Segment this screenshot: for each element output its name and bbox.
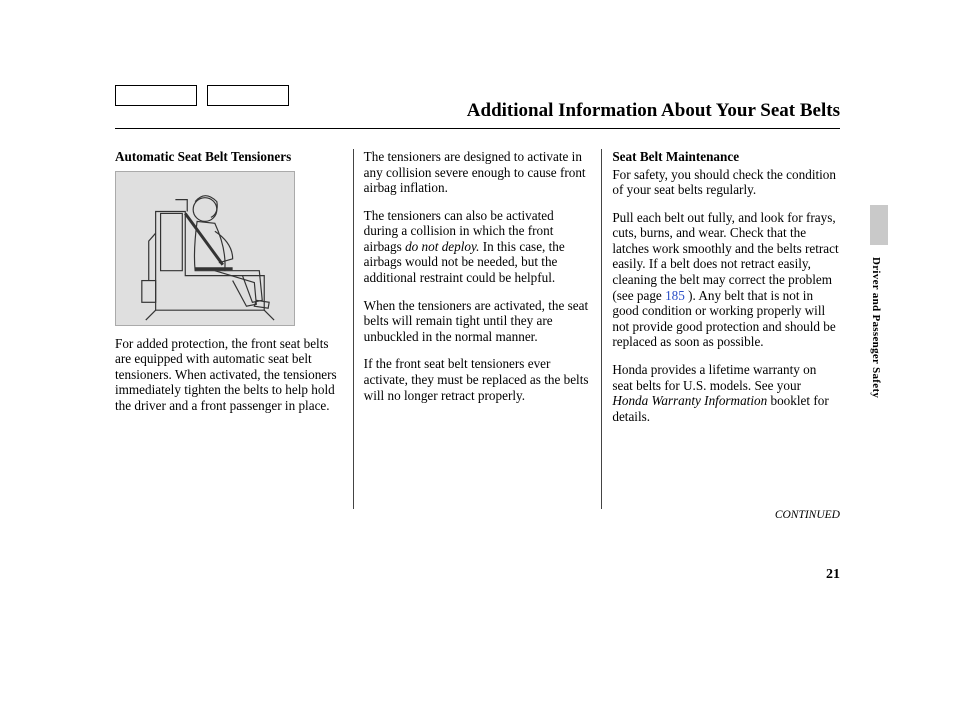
col1-heading: Automatic Seat Belt Tensioners <box>115 149 343 165</box>
column-3: Seat Belt Maintenance For safety, you sh… <box>602 149 840 509</box>
text-fragment: Honda provides a lifetime warranty on se… <box>612 362 816 393</box>
manual-page: Additional Information About Your Seat B… <box>115 85 840 533</box>
column-2: The tensioners are designed to activate … <box>354 149 603 509</box>
section-side-label: Driver and Passenger Safety <box>870 257 882 398</box>
placeholder-box-2 <box>207 85 289 106</box>
italic-text: Honda Warranty Information <box>612 393 767 408</box>
col2-paragraph-1: The tensioners are designed to activate … <box>364 149 592 196</box>
col1-paragraph-1: For added protection, the front seat bel… <box>115 336 343 414</box>
continued-label: CONTINUED <box>115 509 840 521</box>
seatbelt-illustration <box>115 171 295 326</box>
col2-paragraph-2: The tensioners can also be activated dur… <box>364 208 592 286</box>
placeholder-box-1 <box>115 85 197 106</box>
col3-heading: Seat Belt Maintenance <box>612 149 840 165</box>
col3-paragraph-2: Pull each belt out fully, and look for f… <box>612 210 840 350</box>
page-number: 21 <box>826 567 840 583</box>
col3-paragraph-1: For safety, you should check the conditi… <box>612 167 840 198</box>
side-tab <box>870 205 888 245</box>
italic-text: do not deploy. <box>405 239 479 254</box>
col3-paragraph-3: Honda provides a lifetime warranty on se… <box>612 362 840 424</box>
col2-paragraph-3: When the tensioners are activated, the s… <box>364 298 592 345</box>
page-ref-link[interactable]: 185 <box>665 288 685 303</box>
content-columns: Automatic Seat Belt Tensioners <box>115 149 840 509</box>
column-1: Automatic Seat Belt Tensioners <box>115 149 354 509</box>
col2-paragraph-4: If the front seat belt tensioners ever a… <box>364 356 592 403</box>
